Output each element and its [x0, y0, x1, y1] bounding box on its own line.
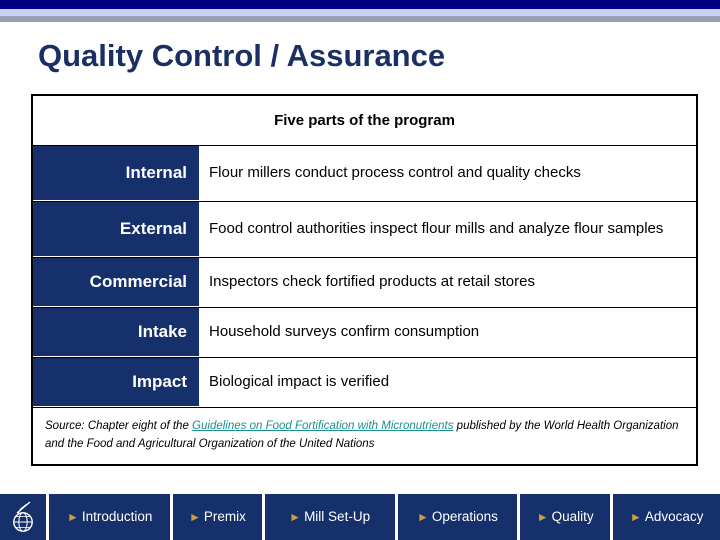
- nav-button-mill-set-up[interactable]: ► Mill Set-Up: [264, 494, 395, 540]
- page-title: Quality Control / Assurance: [38, 38, 446, 73]
- nav-label-advocacy: Advocacy: [644, 509, 704, 525]
- row-description-impact: Biological impact is verified: [199, 358, 696, 407]
- source-prefix: Source: Chapter eight of the: [45, 420, 193, 432]
- row-label-internal: Internal: [33, 146, 199, 201]
- five-parts-table: Five parts of the program Internal Flour…: [31, 94, 698, 466]
- top-navy-bar: [0, 0, 720, 9]
- nav-button-operations[interactable]: ► Operations: [397, 494, 518, 540]
- row-label-external: External: [33, 202, 199, 257]
- nav-label-introduction: Introduction: [81, 509, 153, 525]
- row-description-commercial: Inspectors check fortified products at r…: [199, 258, 696, 307]
- globe-wheat-logo-icon: [0, 494, 46, 540]
- table-row: External Food control authorities inspec…: [33, 201, 696, 257]
- nav-label-quality: Quality: [551, 509, 594, 525]
- row-label-intake: Intake: [33, 308, 199, 357]
- top-gray-bar: [0, 16, 720, 22]
- row-description-intake: Household surveys confirm consumption: [199, 308, 696, 357]
- arrow-right-icon: ►: [536, 510, 549, 524]
- nav-button-premix[interactable]: ► Premix: [173, 494, 262, 540]
- row-description-external: Food control authorities inspect flour m…: [199, 202, 696, 257]
- arrow-right-icon: ►: [189, 510, 201, 524]
- arrow-right-icon: ►: [629, 510, 642, 524]
- top-lavender-bar: [0, 9, 720, 16]
- table-row: Intake Household surveys confirm consump…: [33, 307, 696, 357]
- table-row: Commercial Inspectors check fortified pr…: [33, 257, 696, 307]
- nav-button-advocacy[interactable]: ► Advocacy: [613, 494, 720, 540]
- arrow-right-icon: ►: [289, 510, 302, 524]
- nav-label-operations: Operations: [431, 509, 498, 525]
- nav-label-mill-set-up: Mill Set-Up: [304, 509, 371, 525]
- nav-button-quality[interactable]: ► Quality: [520, 494, 611, 540]
- row-label-commercial: Commercial: [33, 258, 199, 307]
- bottom-navigation: ► Introduction ► Premix ► Mill Set-Up ► …: [0, 494, 720, 540]
- arrow-right-icon: ►: [66, 510, 79, 524]
- nav-button-introduction[interactable]: ► Introduction: [49, 494, 171, 540]
- table-header-title: Five parts of the program: [274, 112, 455, 129]
- source-footnote-row: Source: Chapter eight of the Guidelines …: [33, 407, 696, 464]
- source-link[interactable]: Guidelines on Food Fortification with Mi…: [192, 420, 453, 432]
- table-row: Impact Biological impact is verified: [33, 357, 696, 407]
- row-label-impact: Impact: [33, 358, 199, 407]
- row-description-internal: Flour millers conduct process control an…: [199, 146, 696, 201]
- nav-label-premix: Premix: [203, 509, 246, 525]
- source-note: Source: Chapter eight of the Guidelines …: [45, 418, 682, 454]
- table-row: Internal Flour millers conduct process c…: [33, 145, 696, 201]
- table-header-row: Five parts of the program: [33, 96, 696, 145]
- arrow-right-icon: ►: [416, 510, 429, 524]
